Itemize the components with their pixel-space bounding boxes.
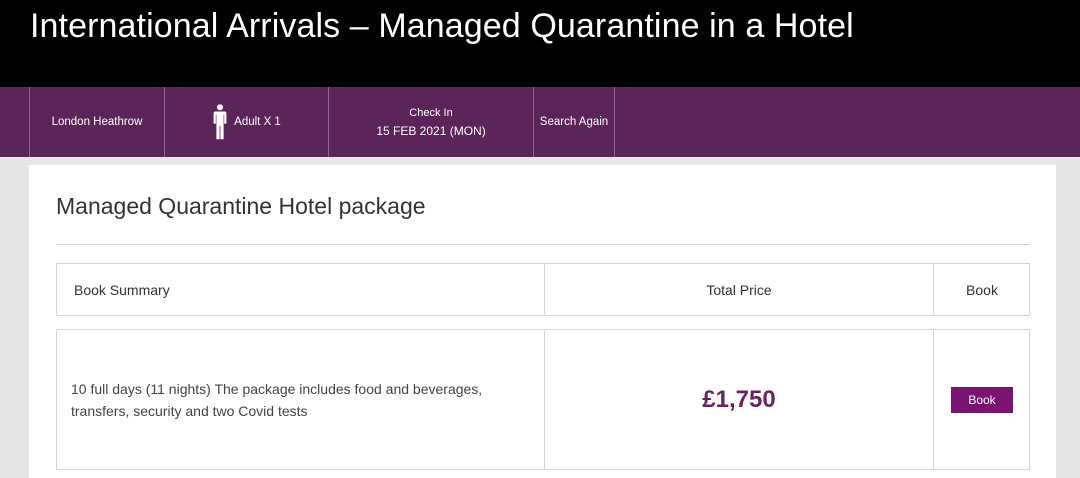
checkin-date: 15 FEB 2021 (MON) <box>376 123 486 138</box>
search-again-button[interactable]: Search Again <box>533 87 615 157</box>
price-cell: £1,750 <box>544 330 933 469</box>
title-divider <box>56 244 1030 245</box>
total-price: £1,750 <box>702 385 776 413</box>
table-header: Book Summary Total Price Book <box>56 263 1030 316</box>
page-header: International Arrivals – Managed Quarant… <box>0 0 1080 87</box>
guests-label: Adult X 1 <box>234 116 281 128</box>
header-cell-price: Total Price <box>544 264 933 315</box>
person-icon <box>213 104 227 140</box>
page-title: International Arrivals – Managed Quarant… <box>30 7 854 45</box>
guests-field[interactable]: Adult X 1 <box>164 87 328 157</box>
header-cell-summary: Book Summary <box>57 264 544 315</box>
location-label: London Heathrow <box>51 116 143 128</box>
search-again-label: Search Again <box>539 116 609 128</box>
header-cell-book: Book <box>933 264 1030 315</box>
book-cell: Book <box>933 330 1030 469</box>
package-card: Managed Quarantine Hotel package Book Su… <box>29 165 1056 478</box>
location-field[interactable]: London Heathrow <box>29 87 164 157</box>
package-title: Managed Quarantine Hotel package <box>56 193 426 219</box>
checkin-label: Check In <box>409 106 453 119</box>
column-header-price: Total Price <box>706 281 772 298</box>
search-bar: London Heathrow Adult X 1 Check In 15 FE… <box>0 87 1080 157</box>
book-button[interactable]: Book <box>951 386 1013 413</box>
column-header-book: Book <box>966 281 998 298</box>
package-summary: 10 full days (11 nights) The package inc… <box>71 380 483 419</box>
table-row: 10 full days (11 nights) The package inc… <box>56 329 1030 470</box>
checkin-field[interactable]: Check In 15 FEB 2021 (MON) <box>328 87 533 157</box>
column-header-summary: Book Summary <box>74 281 170 298</box>
summary-cell: 10 full days (11 nights) The package inc… <box>57 330 544 469</box>
